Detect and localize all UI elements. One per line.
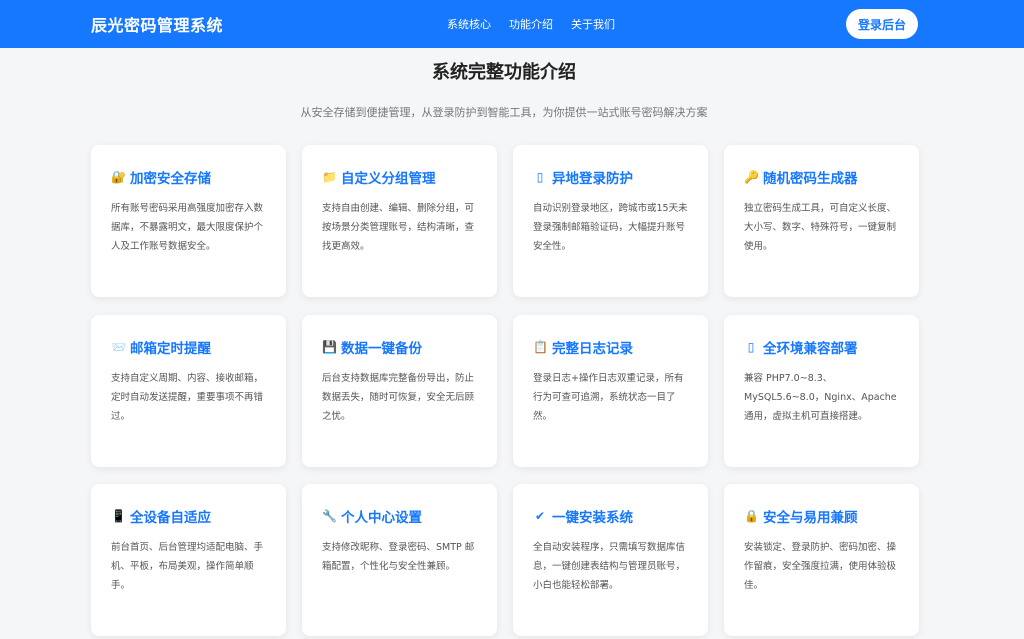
feature-card-header: 🔑 随机密码生成器 xyxy=(744,167,899,187)
mobile-icon: 📱 xyxy=(111,509,126,523)
nav-link-about[interactable]: 关于我们 xyxy=(571,16,615,32)
feature-card-header: 💾 数据一键备份 xyxy=(322,337,477,357)
feature-card-title: 加密安全存储 xyxy=(130,171,211,187)
mail-icon: 📨 xyxy=(111,340,126,354)
feature-card-title: 安全与易用兼顾 xyxy=(763,510,858,526)
feature-card-header: 🔧 个人中心设置 xyxy=(322,506,477,526)
folder-icon: 📁 xyxy=(322,170,337,184)
top-navbar: 辰光密码管理系统 系统核心 功能介绍 关于我们 登录后台 xyxy=(0,0,1024,48)
feature-card: 🔐 加密安全存储所有账号密码采用高强度加密存入数据库，不暴露明文，最大限度保护个人… xyxy=(91,145,286,297)
feature-card-header: ▯ 异地登录防护 xyxy=(533,167,688,187)
feature-card: 🔧 个人中心设置支持修改昵称、登录密码、SMTP 邮箱配置，个性化与安全性兼顾。 xyxy=(302,484,497,636)
section-title: 系统完整功能介绍 xyxy=(432,62,576,83)
feature-card-description: 所有账号密码采用高强度加密存入数据库，不暴露明文，最大限度保护个人及工作账号数据… xyxy=(111,203,264,252)
phone-icon: ▯ xyxy=(536,170,544,184)
padlock-icon: 🔒 xyxy=(744,509,759,523)
feature-card-header: 🔐 加密安全存储 xyxy=(111,167,266,187)
feature-card-description: 登录日志+操作日志双重记录，所有行为可查可追溯，系统状态一目了然。 xyxy=(533,373,684,422)
device-icon: ▯ xyxy=(747,340,755,354)
lock-key-icon: 🔐 xyxy=(111,170,126,184)
feature-card: 🔑 随机密码生成器独立密码生成工具，可自定义长度、大小写、数字、特殊符号，一键复制… xyxy=(724,145,919,297)
feature-card: 📨 邮箱定时提醒支持自定义周期、内容、接收邮箱，定时自动发送提醒，重要事项不再错过… xyxy=(91,315,286,467)
feature-card-title: 数据一键备份 xyxy=(341,341,422,357)
wrench-icon: 🔧 xyxy=(322,509,337,523)
feature-card-header: 🔒 安全与易用兼顾 xyxy=(744,506,899,526)
feature-card-header: 📋 完整日志记录 xyxy=(533,337,688,357)
feature-card-title: 完整日志记录 xyxy=(552,341,633,357)
feature-card-title: 全环境兼容部署 xyxy=(763,341,858,357)
key-icon: 🔑 xyxy=(744,170,759,184)
save-icon: 💾 xyxy=(322,340,337,354)
feature-card-description: 独立密码生成工具，可自定义长度、大小写、数字、特殊符号，一键复制使用。 xyxy=(744,203,897,252)
brand-title: 辰光密码管理系统 xyxy=(91,16,224,35)
feature-card-header: ✔ 一键安装系统 xyxy=(533,506,688,526)
feature-card-description: 支持自定义周期、内容、接收邮箱，定时自动发送提醒，重要事项不再错过。 xyxy=(111,373,264,422)
feature-card-header: 📱 全设备自适应 xyxy=(111,506,266,526)
feature-card-header: ▯ 全环境兼容部署 xyxy=(744,337,899,357)
feature-card-description: 兼容 PHP7.0~8.3、MySQL5.6~8.0，Nginx、Apache … xyxy=(744,373,897,422)
nav-link-features[interactable]: 功能介绍 xyxy=(509,16,553,32)
feature-card-description: 支持自由创建、编辑、删除分组，可按场景分类管理账号，结构清晰，查找更高效。 xyxy=(322,203,475,252)
clipboard-icon: 📋 xyxy=(533,340,548,354)
feature-card-description: 前台首页、后台管理均适配电脑、手机、平板，布局美观，操作简单顺手。 xyxy=(111,542,264,591)
feature-card-title: 自定义分组管理 xyxy=(341,171,436,187)
feature-card: ▯ 全环境兼容部署兼容 PHP7.0~8.3、MySQL5.6~8.0，Nginx… xyxy=(724,315,919,467)
feature-card-description: 后台支持数据库完整备份导出，防止数据丢失，随时可恢复，安全无后顾之忧。 xyxy=(322,373,475,422)
feature-card-title: 一键安装系统 xyxy=(552,510,633,526)
feature-card: 📱 全设备自适应前台首页、后台管理均适配电脑、手机、平板，布局美观，操作简单顺手。 xyxy=(91,484,286,636)
check-icon: ✔ xyxy=(534,509,546,523)
feature-card-description: 安装锁定、登录防护、密码加密、操作留痕，安全强度拉满，使用体验极佳。 xyxy=(744,542,897,591)
feature-card-title: 全设备自适应 xyxy=(130,510,211,526)
feature-card-title: 邮箱定时提醒 xyxy=(130,341,211,357)
section-subtitle: 从安全存储到便捷管理，从登录防护到智能工具，为你提供一站式账号密码解决方案 xyxy=(300,106,708,119)
feature-card-description: 自动识别登录地区，跨城市或15天未登录强制邮箱验证码，大幅提升账号安全性。 xyxy=(533,203,688,252)
feature-card: 💾 数据一键备份后台支持数据库完整备份导出，防止数据丢失，随时可恢复，安全无后顾之… xyxy=(302,315,497,467)
login-admin-button[interactable]: 登录后台 xyxy=(846,9,918,39)
feature-card-description: 全自动安装程序，只需填写数据库信息，一键创建表结构与管理员账号，小白也能轻松部署… xyxy=(533,542,686,591)
feature-card-description: 支持修改昵称、登录密码、SMTP 邮箱配置，个性化与安全性兼顾。 xyxy=(322,542,475,572)
feature-card: 📁 自定义分组管理支持自由创建、编辑、删除分组，可按场景分类管理账号，结构清晰，查… xyxy=(302,145,497,297)
nav-link-core[interactable]: 系统核心 xyxy=(447,16,491,32)
feature-card: 🔒 安全与易用兼顾安装锁定、登录防护、密码加密、操作留痕，安全强度拉满，使用体验极… xyxy=(724,484,919,636)
feature-card-title: 异地登录防护 xyxy=(552,171,633,187)
feature-card: ▯ 异地登录防护自动识别登录地区，跨城市或15天未登录强制邮箱验证码，大幅提升账号… xyxy=(513,145,708,297)
feature-card: 📋 完整日志记录登录日志+操作日志双重记录，所有行为可查可追溯，系统状态一目了然。 xyxy=(513,315,708,467)
nav-links: 系统核心 功能介绍 关于我们 xyxy=(447,16,615,32)
feature-card-header: 📁 自定义分组管理 xyxy=(322,167,477,187)
feature-card: ✔ 一键安装系统全自动安装程序，只需填写数据库信息，一键创建表结构与管理员账号，小… xyxy=(513,484,708,636)
feature-card-title: 个人中心设置 xyxy=(341,510,422,526)
feature-card-title: 随机密码生成器 xyxy=(763,171,858,187)
feature-card-header: 📨 邮箱定时提醒 xyxy=(111,337,266,357)
